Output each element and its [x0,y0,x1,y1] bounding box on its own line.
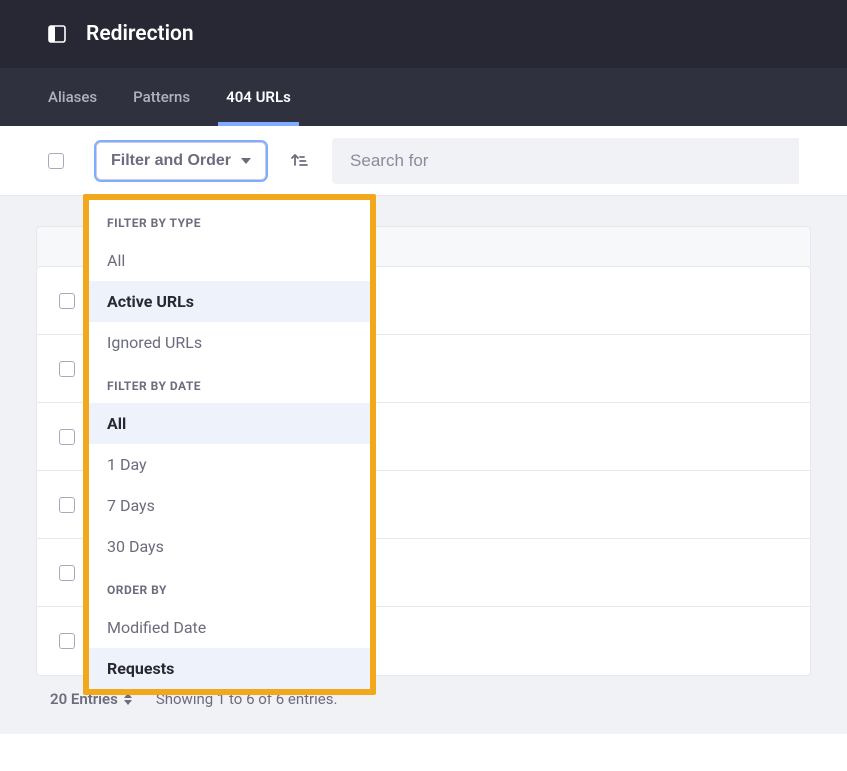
tab-aliases[interactable]: Aliases [48,68,97,126]
filter-date-option-1-day[interactable]: 1 Day [89,444,370,485]
page-title: Redirection [86,22,194,46]
row-checkbox[interactable] [59,293,75,309]
filter-order-button[interactable]: Filter and Order [96,142,266,180]
row-checkbox[interactable] [59,361,75,377]
tab-patterns[interactable]: Patterns [133,68,190,126]
search-input[interactable] [332,138,799,184]
tab-404-urls[interactable]: 404 URLs [226,68,291,126]
toolbar: Filter and Order [0,126,847,196]
header-bar: Redirection [0,0,847,68]
sort-direction-button[interactable] [280,142,318,180]
tabs-bar: Aliases Patterns 404 URLs [0,68,847,126]
filter-type-option-active-urls[interactable]: Active URLs [89,281,370,322]
filter-type-section-label: FILTER BY TYPE [89,200,370,240]
filter-order-dropdown: FILTER BY TYPE All Active URLs Ignored U… [83,194,376,695]
filter-date-section-label: FILTER BY DATE [89,363,370,403]
select-all-checkbox[interactable] [48,153,64,169]
filter-date-option-7-days[interactable]: 7 Days [89,485,370,526]
row-checkbox[interactable] [59,497,75,513]
caret-down-icon [241,158,251,164]
row-checkbox[interactable] [59,429,75,445]
panel-left-icon [48,25,66,43]
filter-date-option-all[interactable]: All [89,403,370,444]
filter-order-label: Filter and Order [111,152,231,170]
order-option-requests[interactable]: Requests [89,648,370,689]
row-checkbox[interactable] [59,565,75,581]
filter-date-option-30-days[interactable]: 30 Days [89,526,370,567]
order-by-section-label: ORDER BY [89,567,370,607]
order-option-modified-date[interactable]: Modified Date [89,607,370,648]
row-checkbox[interactable] [59,633,75,649]
filter-type-option-all[interactable]: All [89,240,370,281]
filter-type-option-ignored-urls[interactable]: Ignored URLs [89,322,370,363]
